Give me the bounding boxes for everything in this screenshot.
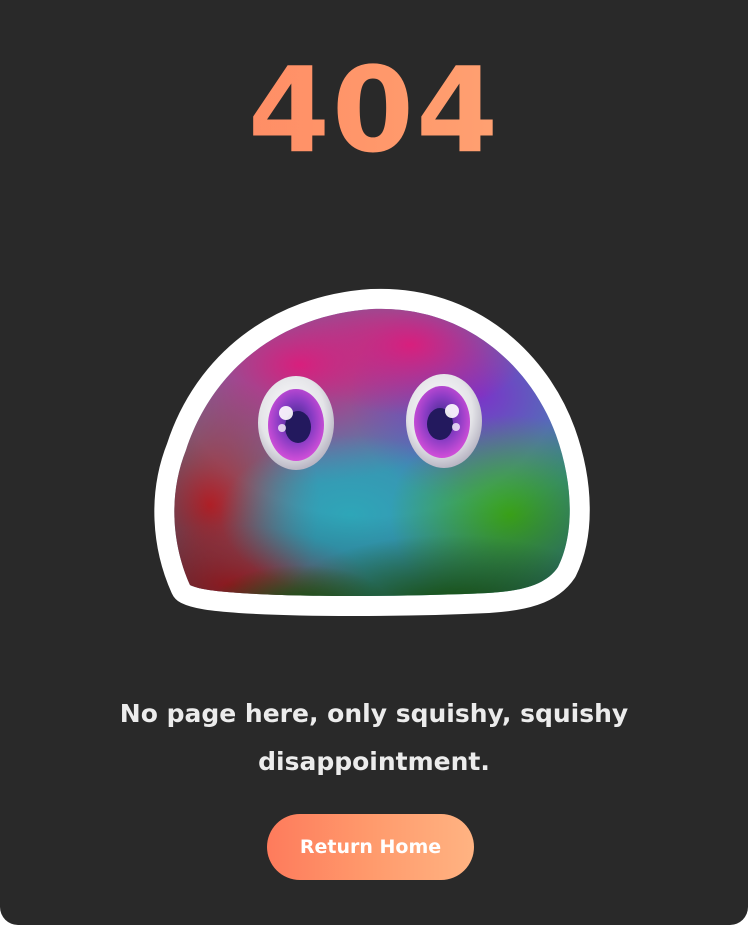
error-message: No page here, only squishy, squishy disa…	[119, 699, 629, 776]
error-card: 404 No page here, only squishy, squishy …	[0, 0, 748, 925]
rainbow-blob-icon	[150, 285, 590, 620]
error-code: 404	[0, 40, 748, 180]
return-home-button[interactable]: Return Home	[267, 814, 474, 880]
